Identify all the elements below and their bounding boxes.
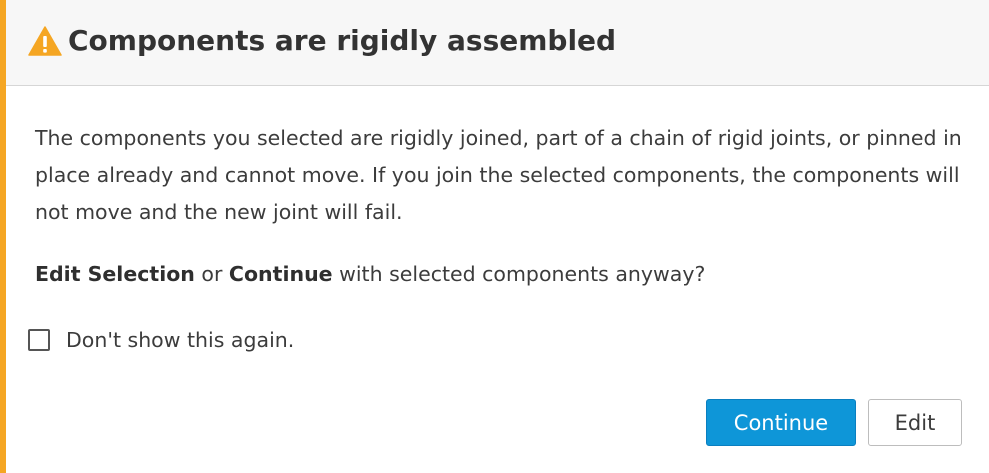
dialog-message: The components you selected are rigidly … [35, 126, 962, 224]
edit-button[interactable]: Edit [868, 399, 962, 446]
warning-triangle-icon [28, 26, 62, 56]
question-continue: Continue [228, 262, 333, 286]
dont-show-again-checkbox[interactable] [28, 329, 50, 351]
dialog-header: Components are rigidly assembled [6, 0, 989, 86]
continue-button[interactable]: Continue [706, 399, 856, 446]
dialog-question: Edit Selection or Continue with selected… [35, 256, 705, 293]
dont-show-again-row[interactable]: Don't show this again. [28, 323, 294, 357]
question-edit-selection: Edit Selection [35, 262, 195, 286]
question-or: or [194, 262, 229, 286]
question-rest: with selected components anyway? [332, 262, 706, 286]
dialog-title: Components are rigidly assembled [68, 24, 617, 57]
warning-dialog: Components are rigidly assembled The com… [0, 0, 989, 473]
dont-show-again-label[interactable]: Don't show this again. [66, 328, 294, 352]
